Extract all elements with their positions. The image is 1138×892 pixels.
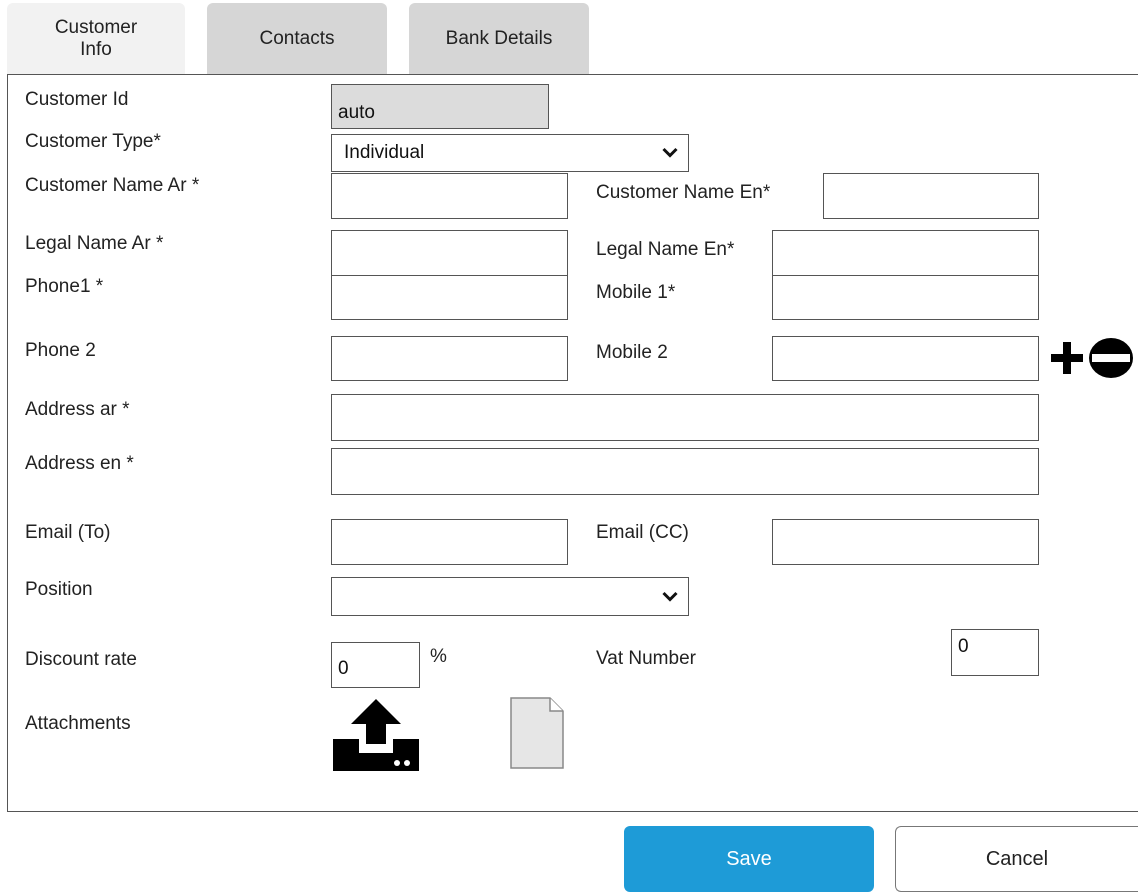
mobile2-field[interactable] [772, 336, 1039, 381]
mobile2-label: Mobile 2 [596, 342, 668, 363]
chevron-down-icon [662, 591, 678, 602]
tab-customer-info-label: Customer Info [54, 17, 138, 60]
customer-name-ar-field[interactable] [331, 173, 568, 219]
address-ar-label: Address ar * [25, 399, 130, 420]
customer-id-field [331, 84, 549, 129]
discount-rate-field[interactable] [331, 642, 420, 688]
mobile1-field[interactable] [772, 275, 1039, 320]
email-to-label: Email (To) [25, 522, 111, 543]
upload-icon[interactable] [331, 697, 421, 771]
legal-name-en-label: Legal Name En* [596, 239, 735, 260]
customer-name-ar-label: Customer Name Ar * [25, 175, 200, 196]
address-en-field[interactable] [331, 448, 1039, 495]
customer-type-label: Customer Type* [25, 131, 161, 152]
legal-name-ar-field[interactable] [331, 230, 568, 276]
save-button-label: Save [726, 847, 772, 870]
plus-icon[interactable] [1051, 342, 1083, 374]
customer-name-en-label: Customer Name En* [596, 182, 771, 203]
tab-contacts[interactable]: Contacts [207, 3, 387, 75]
tab-bank-details-label: Bank Details [445, 28, 553, 49]
customer-type-select[interactable]: Individual [331, 134, 689, 172]
address-ar-field[interactable] [331, 394, 1039, 441]
save-button[interactable]: Save [624, 826, 874, 892]
file-icon[interactable] [510, 697, 564, 769]
mobile1-label: Mobile 1* [596, 282, 676, 303]
customer-type-value: Individual [344, 142, 425, 163]
tab-customer-info[interactable]: Customer Info [7, 3, 185, 75]
customer-name-en-field[interactable] [823, 173, 1039, 219]
discount-rate-label: Discount rate [25, 649, 137, 670]
cancel-button[interactable]: Cancel [895, 826, 1138, 892]
legal-name-ar-label: Legal Name Ar * [25, 233, 164, 254]
legal-name-en-field[interactable] [772, 230, 1039, 276]
email-cc-field[interactable] [772, 519, 1039, 565]
tab-bank-details[interactable]: Bank Details [409, 3, 589, 75]
attachments-label: Attachments [25, 713, 131, 734]
phone2-label: Phone 2 [25, 340, 96, 361]
phone1-field[interactable] [331, 275, 568, 320]
address-en-label: Address en * [25, 453, 134, 474]
minus-circle-icon[interactable] [1084, 338, 1138, 378]
phone1-label: Phone1 * [25, 276, 104, 297]
position-label: Position [25, 579, 93, 600]
cancel-button-label: Cancel [985, 847, 1049, 870]
position-select[interactable] [331, 577, 689, 616]
vat-number-field[interactable] [951, 629, 1039, 676]
discount-percent-unit: % [430, 646, 447, 667]
email-to-field[interactable] [331, 519, 568, 565]
phone2-field[interactable] [331, 336, 568, 381]
tab-contacts-label: Contacts [259, 28, 335, 49]
chevron-down-icon [662, 147, 678, 158]
vat-number-label: Vat Number [596, 648, 696, 669]
email-cc-label: Email (CC) [596, 522, 689, 543]
customer-id-label: Customer Id [25, 89, 129, 110]
